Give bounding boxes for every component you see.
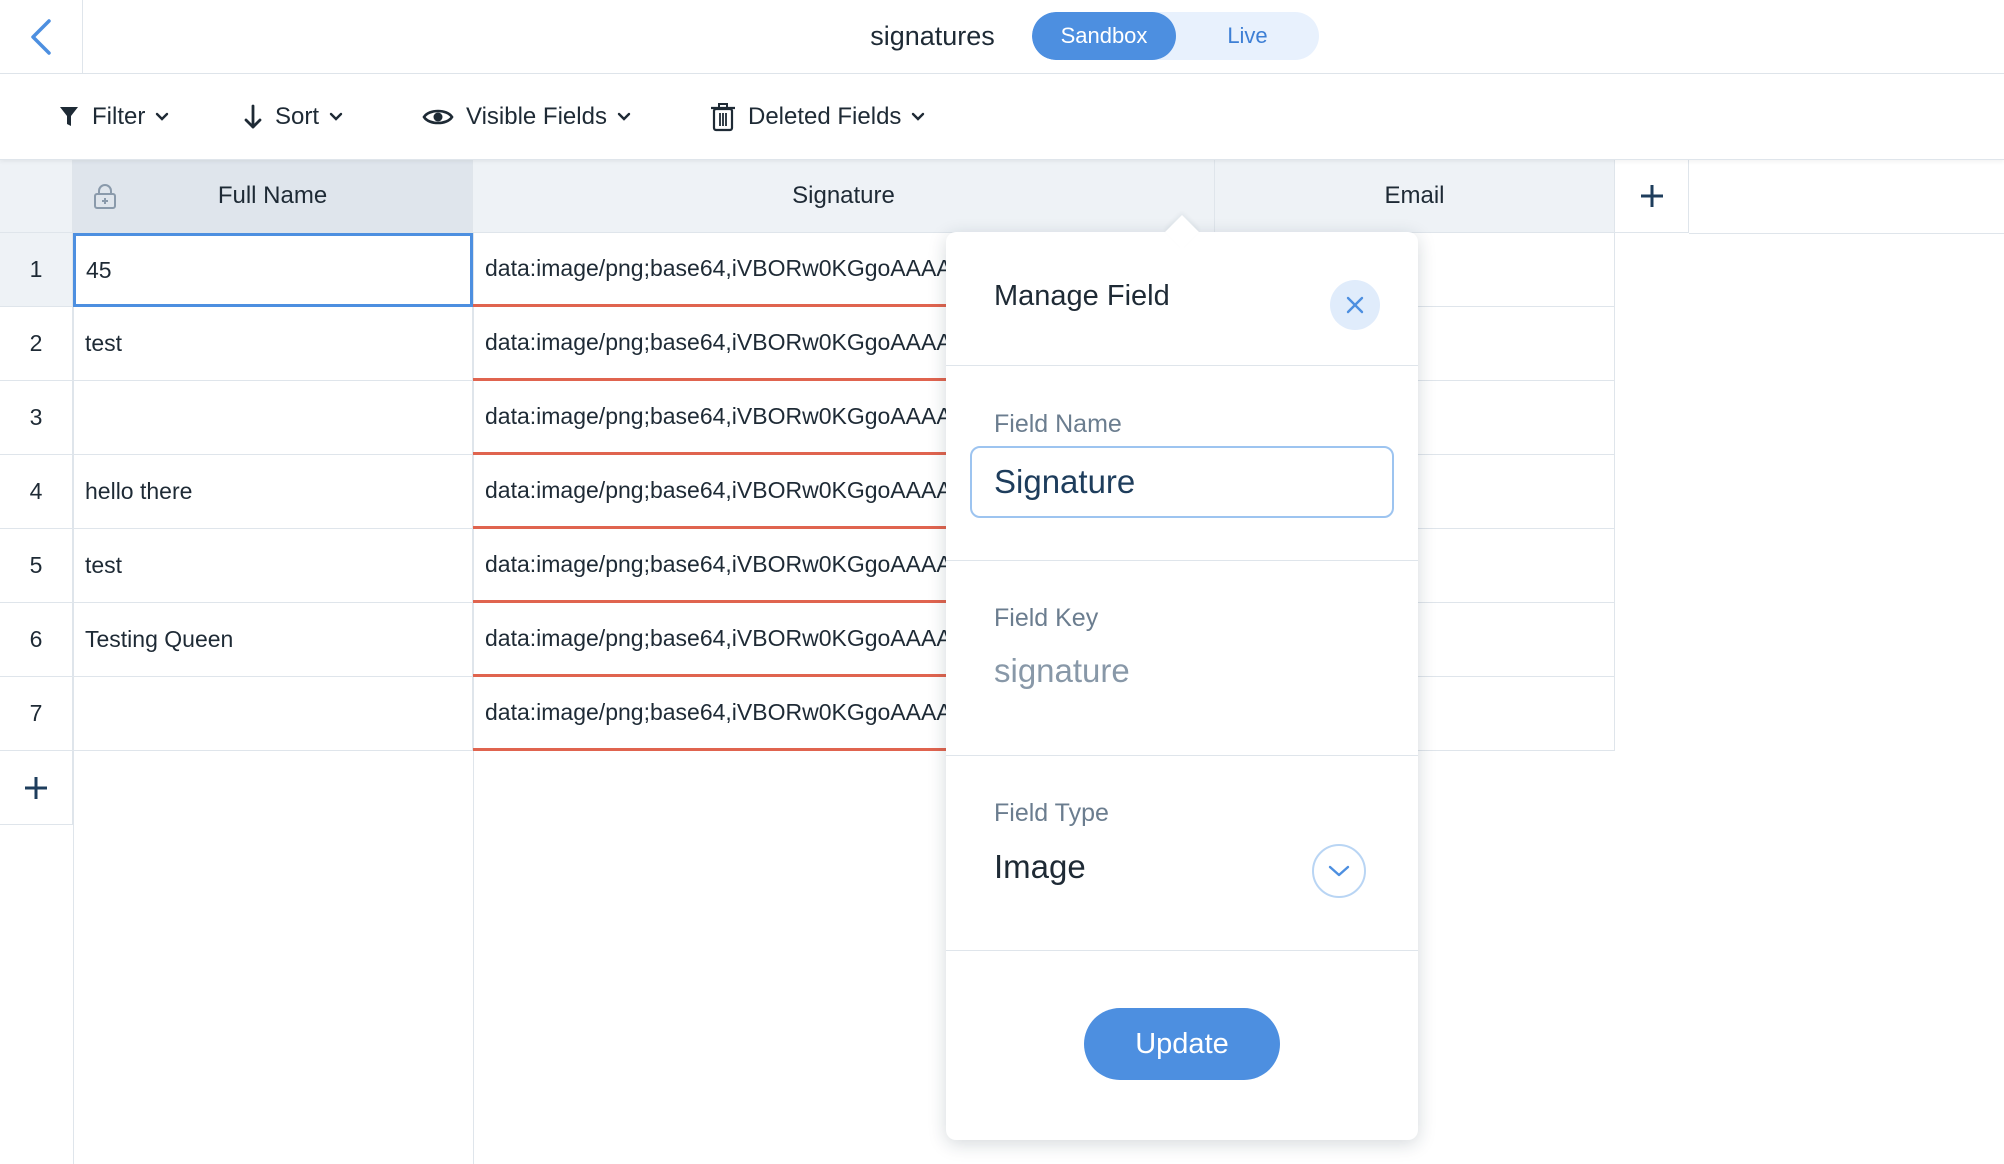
cell-full-name[interactable]: test xyxy=(73,529,473,603)
sort-button[interactable]: Sort xyxy=(243,74,343,160)
add-column-button[interactable] xyxy=(1615,160,1689,233)
row-number[interactable]: 4 xyxy=(0,455,73,529)
update-button[interactable]: Update xyxy=(1084,1008,1280,1080)
chevron-down-icon xyxy=(911,112,925,122)
trash-icon xyxy=(710,102,736,132)
close-button[interactable] xyxy=(1330,280,1380,330)
env-live-option[interactable]: Live xyxy=(1176,12,1319,60)
row-number[interactable]: 2 xyxy=(0,307,73,381)
chevron-down-icon xyxy=(329,112,343,122)
cell-full-name[interactable]: 45 xyxy=(73,233,473,307)
row-number[interactable]: 3 xyxy=(0,381,73,455)
funnel-icon xyxy=(58,104,80,130)
column-header-full-name[interactable]: Full Name xyxy=(73,160,473,233)
field-type-label: Field Type xyxy=(994,799,1109,827)
column-header-label: Signature xyxy=(792,182,895,209)
chevron-down-icon xyxy=(1328,865,1350,877)
top-bar: signatures Sandbox Live xyxy=(0,0,2004,74)
arrow-down-icon xyxy=(243,103,263,131)
row-number[interactable]: 6 xyxy=(0,603,73,677)
row-number[interactable]: 1 xyxy=(0,233,73,307)
chevron-left-icon xyxy=(31,19,51,55)
chevron-down-icon xyxy=(155,112,169,122)
collection-title: signatures xyxy=(870,21,995,51)
chevron-down-icon xyxy=(617,112,631,122)
field-type-dropdown[interactable] xyxy=(1312,844,1366,898)
toolbar: Filter Sort Visible Fields Deleted Field… xyxy=(0,74,2004,160)
back-button[interactable] xyxy=(0,0,83,74)
cell-full-name[interactable]: Testing Queen xyxy=(73,603,473,677)
visible-fields-label: Visible Fields xyxy=(466,103,607,130)
plus-icon xyxy=(25,776,47,799)
column-header-label: Full Name xyxy=(217,182,328,209)
header-corner xyxy=(0,160,73,233)
field-type-value[interactable]: Image xyxy=(994,848,1086,886)
field-key-label: Field Key xyxy=(994,604,1099,632)
cell-full-name[interactable] xyxy=(73,677,473,751)
filter-label: Filter xyxy=(92,103,146,130)
plus-icon xyxy=(1640,185,1663,207)
cell-full-name[interactable] xyxy=(73,381,473,455)
sort-label: Sort xyxy=(275,103,320,130)
popover-title: Manage Field xyxy=(994,280,1170,312)
column-header-email[interactable]: Email xyxy=(1215,160,1615,233)
column-header-signature[interactable]: Signature xyxy=(473,160,1215,233)
lock-icon xyxy=(93,184,117,217)
grid-line xyxy=(1689,233,2004,234)
environment-toggle: Sandbox Live xyxy=(1032,12,1319,60)
field-key-value: signature xyxy=(994,652,1130,689)
add-row-button[interactable] xyxy=(0,751,73,825)
eye-icon xyxy=(422,106,454,128)
close-icon xyxy=(1346,296,1364,314)
deleted-fields-label: Deleted Fields xyxy=(748,103,902,130)
field-name-label: Field Name xyxy=(994,410,1122,438)
deleted-fields-button[interactable]: Deleted Fields xyxy=(710,74,925,160)
env-sandbox-option[interactable]: Sandbox xyxy=(1032,12,1176,60)
cell-full-name[interactable]: hello there xyxy=(73,455,473,529)
cell-full-name[interactable]: test xyxy=(73,307,473,381)
manage-field-popover: Manage Field Field Name Field Key signat… xyxy=(946,232,1418,1140)
row-number[interactable]: 7 xyxy=(0,677,73,751)
column-header-label: Email xyxy=(1384,182,1445,209)
popover-header: Manage Field xyxy=(946,232,1418,366)
visible-fields-button[interactable]: Visible Fields xyxy=(422,74,631,160)
row-number[interactable]: 5 xyxy=(0,529,73,603)
filter-button[interactable]: Filter xyxy=(58,74,169,160)
field-name-input[interactable] xyxy=(970,446,1394,518)
